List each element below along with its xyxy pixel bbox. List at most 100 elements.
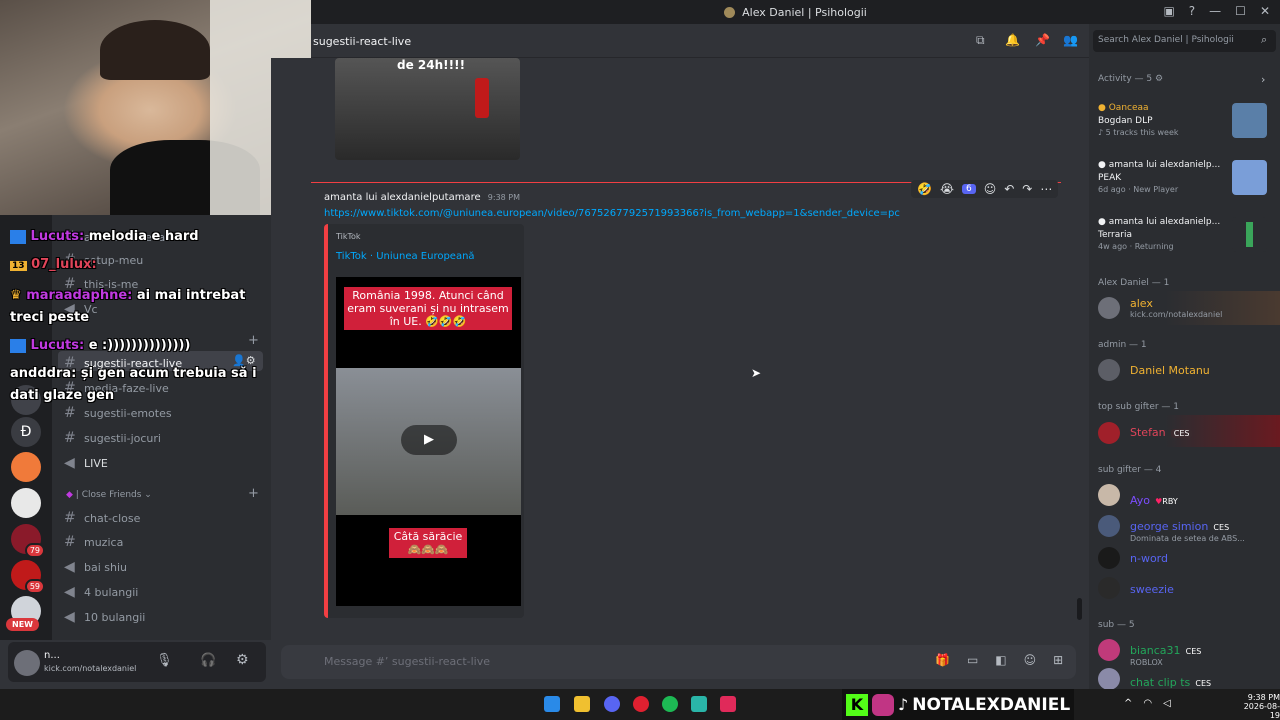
add-channel-icon[interactable]: + — [248, 333, 259, 348]
avatar[interactable] — [1098, 297, 1120, 319]
avatar: ● — [1098, 217, 1109, 227]
wifi-icon[interactable]: ◠ — [1143, 698, 1152, 709]
channel-item[interactable]: # muzica — [64, 534, 123, 550]
avatar[interactable] — [1098, 639, 1120, 661]
channel-item[interactable]: # chat-close — [64, 510, 140, 526]
instagram-icon — [872, 693, 894, 716]
search-input[interactable]: Search Alex Daniel | Psihologii — [1098, 35, 1234, 45]
channel-item[interactable]: # sugestii-jocuri — [64, 430, 161, 446]
spotify-icon[interactable] — [662, 696, 678, 712]
message-composer: Message #ʼ sugestii-react-live 🎁 ▭ ◧ ☺ ⊞ — [281, 645, 1076, 679]
chevron-right-icon[interactable]: › — [1261, 73, 1265, 86]
server-icon-6[interactable]: 59 — [11, 560, 45, 594]
image-attachment[interactable]: de 24h!!!! — [335, 58, 520, 160]
file-explorer-icon[interactable] — [574, 696, 590, 712]
server-icon-3[interactable] — [11, 452, 41, 482]
windows-start-icon[interactable] — [544, 696, 560, 712]
sticker-icon[interactable]: ◧ — [995, 653, 1006, 667]
voice-channel-item[interactable]: ◀ LIVE — [64, 455, 108, 471]
apps-icon[interactable]: ⊞ — [1053, 653, 1063, 667]
avatar[interactable] — [1098, 547, 1120, 569]
server-icon-4[interactable] — [11, 488, 41, 518]
member-item[interactable]: chat clip ts CES — [1130, 671, 1211, 690]
avatar[interactable] — [1098, 668, 1120, 690]
new-badge: NEW — [6, 618, 39, 631]
gift-icon[interactable]: 🎁 — [935, 653, 950, 667]
maximize-button[interactable]: ☐ — [1235, 4, 1246, 18]
bell-icon[interactable]: 🔔 — [1005, 33, 1020, 47]
member-item[interactable]: Stefan CES — [1130, 421, 1193, 440]
more-icon[interactable]: ⋯ — [1040, 182, 1052, 196]
voice-channel-item[interactable]: ◀ 4 bulangii — [64, 584, 138, 600]
headphones-icon[interactable]: 🎧 — [200, 653, 216, 668]
member-item[interactable]: Ayo ♥RBY — [1130, 489, 1178, 508]
microphone-icon[interactable]: 🎙 — [156, 653, 173, 668]
category-close-friends[interactable]: ◆ | Close Friends ⌄ — [66, 490, 152, 500]
member-item[interactable]: george simion CES Dominata de setea de A… — [1130, 515, 1245, 543]
tiktok-icon[interactable] — [720, 696, 736, 712]
settings-gear-icon[interactable]: ⚙ — [1155, 74, 1163, 84]
window-controls: ▣ ? — ☐ ✕ — [1163, 4, 1270, 18]
member-group-header: sub gifter — 4 — [1098, 465, 1162, 475]
volume-icon[interactable]: ◁ — [1163, 698, 1171, 709]
video-bottom-text: Câtă sărăcie 🙈🙈🙈 — [389, 528, 467, 558]
guild-tag: CES — [1185, 647, 1202, 656]
voice-channel-item[interactable]: ◀ 10 bulangii — [64, 609, 145, 625]
search-box[interactable]: Search Alex Daniel | Psihologii ⌕ — [1093, 30, 1276, 52]
emoji-icon[interactable]: ☺ — [1024, 653, 1037, 667]
overlay-chat-line: 13 07_lulux: — [10, 257, 97, 272]
inbox-icon[interactable]: ▣ — [1163, 4, 1174, 18]
member-item[interactable]: Daniel Motanu — [1130, 364, 1210, 377]
reaction-count[interactable]: 6 — [961, 184, 976, 194]
clock[interactable]: 9:38 PM 2026-08-19 — [1238, 693, 1280, 720]
member-list-icon[interactable]: 👥 — [1063, 33, 1078, 47]
close-button[interactable]: ✕ — [1260, 4, 1270, 18]
rofl-reaction-icon[interactable]: 🤣 — [917, 182, 932, 196]
activity-card[interactable]: ● Oanceaa Bogdan DLP ♪ 5 tracks this wee… — [1098, 103, 1276, 138]
activity-card[interactable]: ● amanta lui alexdanielp... Terraria 4w … — [1098, 217, 1276, 252]
crying-reaction-icon[interactable]: 😭 — [940, 182, 954, 196]
hash-icon: # — [64, 534, 76, 550]
message-author[interactable]: amanta lui alexdanielputamare 9:38 PM — [324, 192, 520, 203]
chevron-up-icon[interactable]: ^ — [1124, 698, 1132, 709]
avatar[interactable] — [14, 650, 40, 676]
reply-icon[interactable]: ↶ — [1004, 182, 1014, 196]
member-item[interactable]: n-word — [1130, 552, 1168, 565]
avatar[interactable] — [1098, 515, 1120, 537]
activity-card[interactable]: ● amanta lui alexdanielp... PEAK 6d ago … — [1098, 160, 1276, 195]
server-icon-2[interactable]: Ð — [11, 417, 41, 447]
avatar[interactable] — [1098, 484, 1120, 506]
add-channel-icon[interactable]: + — [248, 486, 259, 501]
gif-icon[interactable]: ▭ — [967, 653, 978, 667]
scrollbar[interactable] — [1077, 598, 1082, 620]
webcam-feed — [0, 0, 311, 215]
message-input[interactable]: Message #ʼ sugestii-react-live — [324, 655, 490, 668]
avatar[interactable] — [1098, 577, 1120, 599]
guild-tag: CES — [1170, 429, 1193, 438]
play-icon[interactable]: ▶ — [401, 425, 457, 455]
opera-icon[interactable] — [633, 696, 649, 712]
pin-icon[interactable]: 📌 — [1035, 33, 1050, 47]
minimize-button[interactable]: — — [1209, 4, 1221, 18]
member-item[interactable]: sweezie — [1130, 583, 1174, 596]
channel-item[interactable]: # sugestii-emotes — [64, 405, 172, 421]
discord-icon[interactable] — [604, 696, 620, 712]
forward-icon[interactable]: ↷ — [1022, 182, 1032, 196]
app-icon[interactable] — [691, 696, 707, 712]
member-item[interactable]: alex kick.com/notalexdaniel — [1130, 297, 1222, 319]
game-thumbnail — [1232, 217, 1267, 252]
server-icon-5[interactable]: 79 — [11, 524, 45, 558]
add-reaction-icon[interactable]: ☺ — [984, 182, 997, 196]
embed-video[interactable]: România 1998. Atunci când eram suverani … — [336, 277, 521, 606]
member-group-header: sub — 5 — [1098, 620, 1135, 630]
member-item[interactable]: bianca31 CES ROBLOX — [1130, 639, 1201, 667]
message-link[interactable]: https://www.tiktok.com/@uniunea.european… — [324, 208, 900, 219]
avatar[interactable] — [1098, 422, 1120, 444]
threads-icon[interactable]: ⧉ — [976, 33, 985, 48]
avatar[interactable] — [1098, 359, 1120, 381]
settings-gear-icon[interactable]: ⚙ — [236, 652, 249, 668]
help-icon[interactable]: ? — [1189, 4, 1195, 18]
channel-list: # anime-lol-ceva # setup-meu # this-is-me ◀… — [52, 215, 271, 640]
voice-channel-item[interactable]: ◀ bai shiu — [64, 559, 127, 575]
embed-title[interactable]: TikTok · Uniunea Europeană — [336, 251, 475, 262]
